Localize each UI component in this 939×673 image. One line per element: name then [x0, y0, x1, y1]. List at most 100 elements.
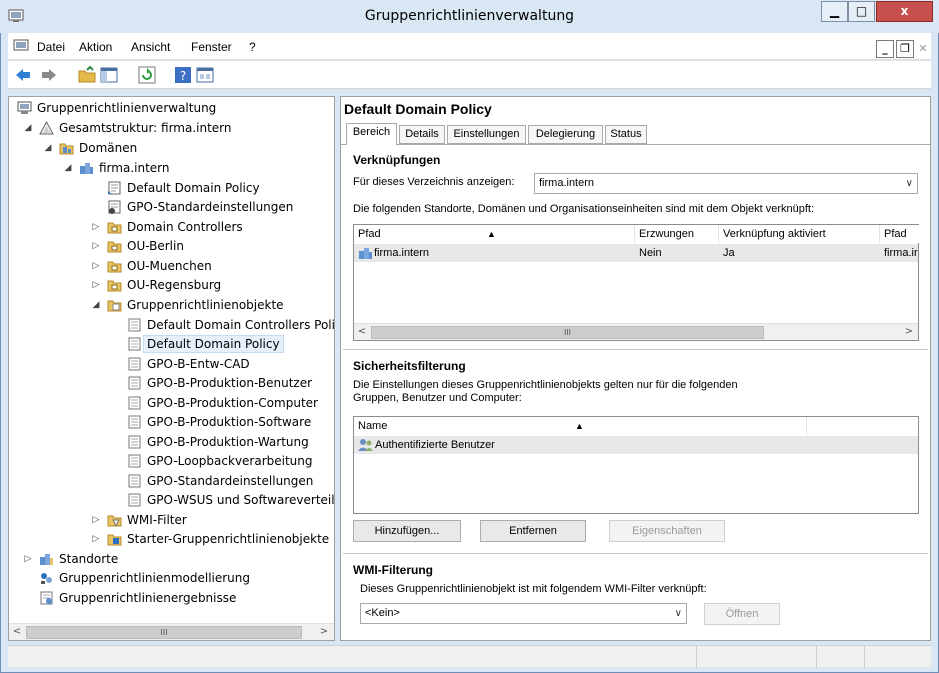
- refresh-icon[interactable]: [138, 66, 156, 84]
- column-label: Name: [358, 420, 388, 432]
- expand-icon[interactable]: ▷: [91, 530, 101, 548]
- properties-button[interactable]: Eigenschaften: [609, 520, 725, 542]
- collapse-icon[interactable]: ◢: [43, 139, 53, 157]
- menu-aktion[interactable]: Aktion: [79, 40, 112, 54]
- column-header-path[interactable]: Pfad ▲: [354, 225, 635, 243]
- expand-icon[interactable]: ▷: [91, 237, 101, 255]
- scroll-right-arrow-icon[interactable]: >: [901, 324, 917, 340]
- users-group-icon: [358, 439, 373, 451]
- view-pane-icon[interactable]: [196, 66, 214, 84]
- domain-icon: [359, 248, 372, 259]
- gpo-icon: [128, 474, 141, 488]
- security-info-line2: Gruppen, Benutzer und Computer:: [353, 392, 522, 404]
- collapse-icon[interactable]: ◢: [23, 119, 33, 137]
- gpo-link-icon: [108, 181, 121, 195]
- forward-arrow-icon[interactable]: [40, 66, 58, 84]
- tree-label: GPO-B-Entw-CAD: [147, 357, 250, 371]
- ou-folder-icon: [107, 222, 122, 234]
- column-header-link-enabled[interactable]: Verknüpfung aktiviert: [719, 225, 880, 243]
- expand-icon[interactable]: ▷: [91, 511, 101, 529]
- show-hide-tree-icon[interactable]: [100, 66, 118, 84]
- expand-icon[interactable]: ▷: [91, 257, 101, 275]
- column-label: Pfad: [358, 228, 381, 240]
- wmi-folder-icon: [107, 515, 122, 527]
- tree-label: GPO-Standardeinstellungen: [127, 200, 294, 214]
- chevron-down-icon[interactable]: ∨: [675, 604, 682, 623]
- menu-datei[interactable]: Datei: [37, 40, 65, 54]
- links-horizontal-scrollbar[interactable]: < III >: [354, 323, 918, 340]
- tab-delegierung[interactable]: Delegierung: [528, 125, 603, 144]
- security-heading: Sicherheitsfilterung: [353, 359, 466, 373]
- menu-help[interactable]: ?: [249, 40, 256, 54]
- ou-folder-icon: [107, 280, 122, 292]
- domains-folder-icon: [59, 143, 74, 155]
- tab-details[interactable]: Details: [399, 125, 445, 144]
- security-list[interactable]: Name ▲ Authentifizierte Benutzer: [353, 416, 919, 514]
- ou-folder-icon: [107, 261, 122, 273]
- scroll-left-arrow-icon[interactable]: <: [9, 624, 25, 640]
- gpo-icon: [128, 415, 141, 429]
- expand-icon[interactable]: ▷: [91, 218, 101, 236]
- tab-einstellungen[interactable]: Einstellungen: [447, 125, 526, 144]
- gpo-link-icon: [108, 200, 121, 214]
- scrollbar-thumb[interactable]: III: [371, 326, 764, 339]
- tree-label: Gruppenrichtlinienverwaltung: [37, 101, 217, 115]
- tree-label: WMI-Filter: [127, 513, 187, 527]
- gpo-icon: [128, 318, 141, 332]
- tree-pane[interactable]: Gruppenrichtlinienverwaltung ◢ Gesamtstr…: [8, 96, 335, 641]
- collapse-icon[interactable]: ◢: [63, 159, 73, 177]
- results-icon: [40, 591, 53, 605]
- expand-icon[interactable]: ▷: [23, 550, 33, 568]
- maximize-button[interactable]: □: [848, 1, 875, 22]
- tree-label: Gruppenrichtlinienobjekte: [127, 298, 284, 312]
- tab-bereich[interactable]: Bereich: [346, 123, 397, 145]
- menu-ansicht[interactable]: Ansicht: [131, 40, 170, 54]
- column-header-name[interactable]: Name ▲: [354, 417, 807, 435]
- tree-label: Domänen: [79, 141, 138, 155]
- back-arrow-icon[interactable]: [14, 66, 32, 84]
- mdi-minimize-button[interactable]: _: [876, 40, 894, 58]
- column-header-enforced[interactable]: Erzwungen: [635, 225, 719, 243]
- help-icon[interactable]: ?: [174, 66, 192, 84]
- menu-fenster[interactable]: Fenster: [191, 40, 232, 54]
- gpo-container-icon: [107, 300, 122, 312]
- expand-icon[interactable]: ▷: [91, 276, 101, 294]
- links-list[interactable]: Pfad ▲ Erzwungen Verknüpfung aktiviert P…: [353, 224, 920, 341]
- table-row[interactable]: firma.intern Nein Ja firma.ir: [354, 244, 918, 262]
- tree-horizontal-scrollbar[interactable]: < III >: [9, 623, 334, 640]
- links-directory-combo[interactable]: firma.intern ∨: [534, 173, 918, 194]
- wmi-filter-combo[interactable]: <Kein> ∨: [360, 603, 687, 624]
- remove-button[interactable]: Entfernen: [480, 520, 586, 542]
- console-icon: [17, 101, 32, 114]
- collapse-icon[interactable]: ◢: [91, 296, 101, 314]
- mdi-close-button[interactable]: ✕: [916, 40, 930, 58]
- scroll-right-arrow-icon[interactable]: >: [316, 624, 332, 640]
- add-button[interactable]: Hinzufügen...: [353, 520, 461, 542]
- combo-value: firma.intern: [539, 177, 595, 189]
- tab-status[interactable]: Status: [605, 125, 647, 144]
- forest-icon: [39, 121, 54, 135]
- section-divider: [343, 349, 928, 350]
- scroll-left-arrow-icon[interactable]: <: [354, 324, 370, 340]
- open-button[interactable]: Öffnen: [704, 603, 780, 625]
- tree-label: Gesamtstruktur: firma.intern: [59, 121, 232, 135]
- title-bar[interactable]: Gruppenrichtlinienverwaltung: [0, 0, 939, 33]
- console-menu-icon[interactable]: [13, 39, 29, 53]
- svg-text:?: ?: [180, 69, 186, 83]
- scrollbar-thumb[interactable]: III: [26, 626, 302, 639]
- column-header-path2[interactable]: Pfad: [880, 225, 920, 243]
- minimize-button[interactable]: ▁: [821, 1, 848, 22]
- close-button[interactable]: x: [876, 1, 933, 22]
- tree-label: OU-Muenchen: [127, 259, 212, 273]
- mdi-restore-button[interactable]: ❐: [896, 40, 914, 58]
- folder-up-icon[interactable]: [78, 66, 96, 84]
- links-show-label: Für dieses Verzeichnis anzeigen:: [353, 176, 515, 188]
- tree-label: firma.intern: [99, 161, 170, 175]
- chevron-down-icon[interactable]: ∨: [906, 174, 913, 193]
- tree-label: Domain Controllers: [127, 220, 243, 234]
- gpo-icon: [128, 376, 141, 390]
- cell-path: firma.intern: [374, 247, 430, 259]
- table-row[interactable]: Authentifizierte Benutzer: [354, 436, 918, 454]
- sort-up-icon: ▲: [487, 229, 496, 239]
- combo-value: <Kein>: [365, 607, 400, 619]
